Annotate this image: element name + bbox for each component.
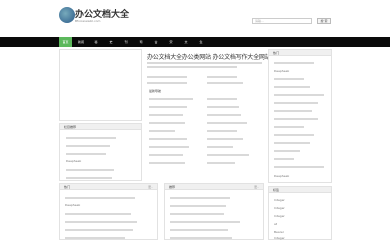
link-item[interactable] (149, 162, 185, 164)
nav-item[interactable]: 生 (196, 37, 206, 47)
tag-link[interactable]: at (274, 222, 277, 226)
link-item[interactable] (149, 130, 175, 132)
recommend-list-header: 推荐 (165, 184, 263, 190)
list-item[interactable] (170, 205, 226, 207)
tag-link[interactable]: Integer (274, 206, 285, 210)
sidebar-item[interactable] (274, 134, 314, 136)
site-url: Bfoiceiaiaikl.com (75, 19, 101, 23)
sidebar-item[interactable] (274, 102, 318, 104)
sidebar-item[interactable] (274, 158, 294, 160)
article-meta (207, 76, 237, 78)
list-item[interactable] (65, 229, 133, 231)
sidebar-item[interactable] (274, 142, 310, 144)
search-button[interactable]: 搜 索 (317, 18, 331, 24)
sidebar-item[interactable] (274, 94, 324, 96)
hot-list-card: 热门 更.. DeepSeek (59, 183, 158, 240)
search-input[interactable]: 请输... (252, 18, 312, 24)
list-item[interactable] (66, 169, 114, 171)
link-item[interactable] (207, 114, 241, 116)
featured-image[interactable] (59, 49, 142, 121)
sidebar-item-keyword[interactable]: DeepSeek (274, 69, 289, 73)
more-link[interactable]: 更.. (254, 185, 259, 189)
link-item[interactable] (149, 146, 189, 148)
link-item[interactable] (149, 106, 187, 108)
nav-item[interactable]: 秘 (91, 37, 101, 47)
nav-item[interactable]: 刊 (121, 37, 131, 47)
hot-sidebar-header: 热门 (269, 50, 331, 56)
article-main: 办公文档大全办公类网站 办公文档写作大全网站 最新导航 (144, 49, 271, 181)
list-item[interactable] (170, 213, 224, 215)
link-item[interactable] (149, 154, 183, 156)
link-item[interactable] (207, 122, 247, 124)
recent-card: 栏目推荐 DeepSeek (59, 123, 142, 181)
tag-link[interactable]: Integer (274, 236, 285, 240)
section-title: 最新导航 (149, 89, 162, 93)
link-item[interactable] (149, 138, 187, 140)
list-item-keyword[interactable]: DeepSeek (66, 159, 81, 163)
list-item[interactable] (66, 153, 106, 155)
site-header: 办公文档大全 Bfoiceiaiaikl.com 请输... 搜 索 (0, 0, 390, 36)
site-logo-icon[interactable] (59, 7, 75, 23)
recommend-list-card: 推荐 更.. (164, 183, 264, 240)
sidebar-item[interactable] (274, 78, 304, 80)
main-nav: 首页 新闻 秘 史 刊 司 古 宋 文 生 (0, 37, 390, 47)
list-item[interactable] (170, 197, 230, 199)
tags-header: 标签 (269, 187, 331, 193)
nav-item[interactable]: 宋 (166, 37, 176, 47)
nav-home[interactable]: 首页 (59, 37, 72, 47)
list-item[interactable] (65, 197, 135, 199)
link-item[interactable] (149, 122, 185, 124)
article-meta (207, 82, 243, 84)
tags-card: 标签 Integer Integer Integer at Bearer Int… (268, 186, 332, 240)
article-meta (147, 82, 187, 84)
link-item[interactable] (207, 162, 235, 164)
link-item[interactable] (207, 130, 237, 132)
list-item[interactable] (66, 137, 116, 139)
link-item[interactable] (207, 98, 237, 100)
sidebar-item[interactable] (274, 150, 300, 152)
sidebar-item-keyword[interactable]: DeepSeek (274, 174, 289, 178)
tag-link[interactable]: Integer (274, 214, 285, 218)
tag-link[interactable]: Integer (274, 198, 285, 202)
article-summary (147, 62, 262, 64)
nav-item[interactable]: 新闻 (76, 37, 86, 47)
recent-card-header: 栏目推荐 (60, 124, 141, 130)
link-item[interactable] (149, 98, 193, 100)
list-item-keyword[interactable]: DeepSeek (65, 203, 80, 207)
link-item[interactable] (207, 154, 249, 156)
link-item[interactable] (207, 138, 243, 140)
list-item[interactable] (170, 221, 240, 223)
list-item[interactable] (170, 237, 232, 239)
list-item[interactable] (65, 237, 125, 239)
tag-link[interactable]: Bearer (274, 230, 284, 234)
list-item[interactable] (66, 177, 112, 179)
list-item[interactable] (66, 145, 110, 147)
sidebar-item[interactable] (274, 86, 310, 88)
link-item[interactable] (207, 146, 233, 148)
sidebar-item[interactable] (274, 110, 312, 112)
sidebar-item[interactable] (274, 126, 304, 128)
sidebar-item[interactable] (274, 62, 314, 64)
link-item[interactable] (207, 106, 239, 108)
nav-item[interactable]: 司 (136, 37, 146, 47)
article-meta (147, 76, 187, 78)
hot-list-header: 热门 (60, 184, 157, 190)
nav-item[interactable]: 文 (181, 37, 191, 47)
list-item[interactable] (65, 213, 131, 215)
article-summary (147, 66, 237, 68)
sidebar-item[interactable] (274, 118, 318, 120)
nav-item[interactable]: 史 (106, 37, 116, 47)
more-link[interactable]: 更.. (148, 185, 153, 189)
sidebar-item[interactable] (274, 166, 324, 168)
list-item[interactable] (65, 221, 137, 223)
link-item[interactable] (149, 114, 183, 116)
hot-sidebar: 热门 DeepSeek DeepSeek (268, 49, 332, 183)
list-item[interactable] (170, 229, 228, 231)
article-title[interactable]: 办公文档大全办公类网站 办公文档写作大全网站 (147, 52, 271, 61)
nav-item[interactable]: 古 (151, 37, 161, 47)
